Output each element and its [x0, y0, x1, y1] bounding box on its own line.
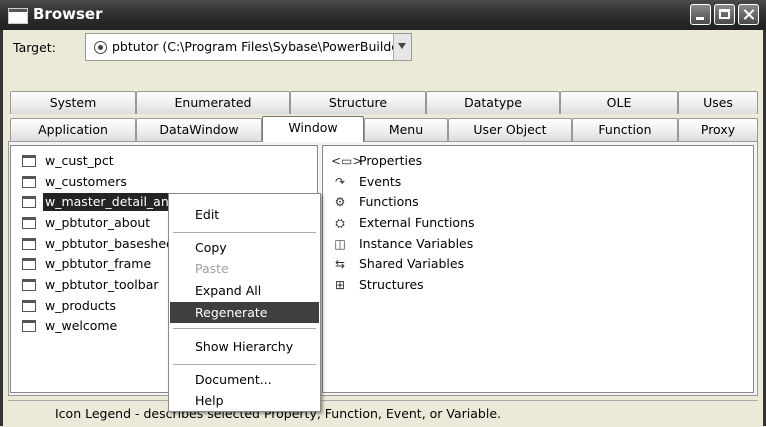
- menu-separator: [173, 328, 316, 329]
- target-value: pbtutor (C:\Program Files\Sybase\PowerBu…: [112, 39, 412, 54]
- menu-item-document[interactable]: Document...: [170, 369, 319, 390]
- menu-separator: [173, 364, 316, 365]
- prop-label: Functions: [359, 194, 419, 209]
- list-item-label: w_pbtutor_basesheet: [45, 236, 179, 251]
- list-item-label: w_pbtutor_frame: [45, 256, 152, 271]
- menu-item-copy[interactable]: Copy: [170, 237, 319, 258]
- prop-label: Shared Variables: [359, 256, 465, 271]
- tab-structure[interactable]: Structure: [290, 91, 426, 114]
- list-item-label: w_pbtutor_toolbar: [45, 277, 159, 292]
- list-item-label: w_pbtutor_about: [45, 215, 151, 230]
- tab-window[interactable]: Window: [262, 116, 364, 142]
- prop-label: External Functions: [359, 215, 475, 230]
- tab-system[interactable]: System: [10, 91, 136, 114]
- target-combobox[interactable]: pbtutor (C:\Program Files\Sybase\PowerBu…: [85, 33, 412, 61]
- tab-proxy[interactable]: Proxy: [678, 118, 758, 141]
- close-button[interactable]: [738, 4, 759, 25]
- tab-user-object[interactable]: User Object: [448, 118, 572, 141]
- shared-variables-icon: ⇆: [334, 257, 346, 271]
- window-title: Browser: [33, 5, 103, 23]
- menu-item-edit[interactable]: Edit: [170, 204, 319, 225]
- window-icon: [8, 8, 28, 24]
- menu-item-show-hierarchy[interactable]: Show Hierarchy: [170, 336, 319, 357]
- menu-separator: [173, 232, 316, 233]
- properties-icon: <▭>: [331, 154, 363, 168]
- window-object-icon: [22, 320, 36, 332]
- window-object-icon: [22, 217, 36, 229]
- external-functions-icon: ⛭: [335, 216, 345, 230]
- window-object-icon: [22, 176, 36, 188]
- maximize-button[interactable]: [714, 4, 735, 25]
- window-object-icon: [22, 238, 36, 250]
- menu-item-help[interactable]: Help: [170, 390, 319, 411]
- list-item-label: w_welcome: [45, 318, 118, 333]
- window-object-icon: [22, 300, 36, 312]
- window-object-icon: [22, 155, 36, 167]
- window-object-icon: [22, 258, 36, 270]
- window-object-icon: [22, 196, 36, 208]
- tab-enumerated[interactable]: Enumerated: [136, 91, 290, 114]
- context-menu: Edit Copy Paste Expand All Regenerate Sh…: [168, 193, 321, 412]
- functions-icon: ⚙: [334, 195, 346, 209]
- chevron-down-icon[interactable]: [393, 34, 411, 60]
- target-radio-icon: [94, 41, 107, 54]
- tab-uses[interactable]: Uses: [678, 91, 758, 114]
- instance-variables-icon: ◫: [334, 237, 346, 251]
- menu-item-expand-all[interactable]: Expand All: [170, 280, 319, 301]
- prop-label: Instance Variables: [359, 236, 474, 251]
- tab-datatype[interactable]: Datatype: [426, 91, 560, 114]
- prop-label: Structures: [359, 277, 424, 292]
- tab-function[interactable]: Function: [572, 118, 678, 141]
- minimize-button[interactable]: [690, 4, 711, 25]
- title-bar: Browser: [0, 0, 766, 30]
- list-item-label: w_customers: [45, 174, 127, 189]
- target-label: Target:: [13, 40, 56, 55]
- tab-menu[interactable]: Menu: [364, 118, 448, 141]
- tab-application[interactable]: Application: [10, 118, 136, 141]
- tab-ole[interactable]: OLE: [560, 91, 678, 114]
- property-list[interactable]: <▭> Properties ↷ Events ⚙ Functions ⛭ Ex…: [322, 145, 754, 393]
- events-icon: ↷: [334, 175, 346, 189]
- tab-datawindow[interactable]: DataWindow: [136, 118, 262, 141]
- list-item-label: w_cust_pct: [45, 153, 114, 168]
- status-bar: Icon Legend - describes selected Propert…: [8, 400, 758, 426]
- menu-item-regenerate[interactable]: Regenerate: [170, 302, 319, 323]
- structures-icon: ⊞: [334, 278, 346, 292]
- prop-label: Events: [359, 174, 402, 189]
- menu-item-paste[interactable]: Paste: [170, 258, 319, 279]
- prop-label: Properties: [359, 153, 423, 168]
- list-item-label: w_products: [45, 298, 117, 313]
- window-object-icon: [22, 279, 36, 291]
